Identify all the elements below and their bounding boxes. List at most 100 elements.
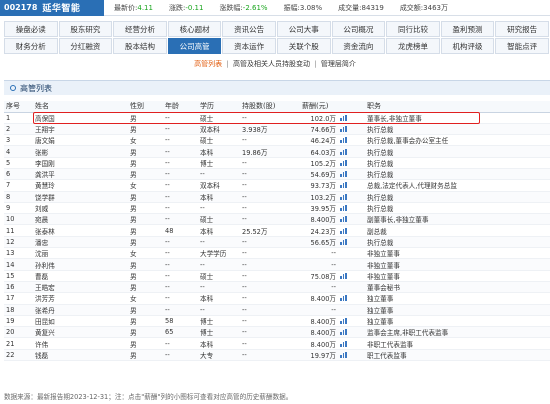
- nav-tab-3[interactable]: 核心题材: [167, 21, 222, 37]
- subtab-exec-list[interactable]: 高管列表: [194, 60, 222, 68]
- bar-chart-icon[interactable]: [340, 159, 347, 166]
- table-row[interactable]: 10 宛晨男 -- 硕士 -- 8.400万 副董事长,非独立董事: [4, 213, 550, 226]
- shares-cell: --: [240, 157, 300, 169]
- index-cell: 8: [4, 191, 33, 203]
- nav-tab-9[interactable]: 研究报告: [495, 21, 549, 37]
- nav-tab-1[interactable]: 分红融资: [58, 38, 113, 54]
- nav-tab-4[interactable]: 资讯公告: [222, 21, 276, 37]
- nav-tab-5[interactable]: 关联个股: [276, 38, 331, 54]
- nav-tab-4[interactable]: 资本运作: [222, 38, 276, 54]
- education-cell: 本科: [198, 337, 240, 350]
- amplitude-label: 振幅:: [283, 3, 300, 12]
- education-cell: 本科: [198, 191, 240, 203]
- nav-tab-8[interactable]: 盈利预测: [440, 21, 495, 37]
- nav-tab-2[interactable]: 股本结构: [113, 38, 167, 54]
- table-row[interactable]: 2 王翔宇男 -- 双本科 3.938万 74.66万 执行总裁: [4, 123, 550, 136]
- position-cell: 执行总裁: [365, 236, 550, 249]
- position-cell: 独立董事: [365, 304, 550, 316]
- bar-chart-icon[interactable]: [340, 238, 347, 245]
- nav-tab-0[interactable]: 财务分析: [4, 38, 58, 54]
- shares-cell: --: [240, 281, 300, 294]
- table-row[interactable]: 14 孙利伟男 -- -- -- -- 非独立董事: [4, 258, 550, 271]
- table-row[interactable]: 13 沈丽女 -- 大学学历 -- -- 非独立董事: [4, 247, 550, 260]
- quote-bar: 最新价: 4.11 涨跌: -0.11 涨跌幅: -2.61% 振幅: 3.08…: [104, 3, 448, 13]
- nav-tab-2[interactable]: 经营分析: [113, 21, 167, 37]
- table-row[interactable]: 15 曹磊男 -- 硕士 -- 75.08万 非独立董事: [4, 270, 550, 282]
- nav-tab-7[interactable]: 同行比较: [386, 21, 440, 37]
- table-row[interactable]: 4 张彬男 -- 本科 19.86万 64.03万 执行总裁: [4, 145, 550, 158]
- index-cell: 9: [4, 202, 33, 215]
- nav-tab-7[interactable]: 龙虎榜单: [386, 38, 440, 54]
- bar-chart-icon[interactable]: [340, 317, 347, 324]
- position-cell: 非职工代表监事: [365, 337, 550, 350]
- name-cell: 宛晨: [33, 213, 128, 226]
- bar-chart-icon[interactable]: [340, 205, 347, 212]
- index-cell: 11: [4, 224, 33, 237]
- table-row[interactable]: 6 龚洪平男 -- -- -- 54.69万 执行总裁: [4, 168, 550, 181]
- nav-tab-6[interactable]: 公司概况: [331, 21, 386, 37]
- bar-chart-icon[interactable]: [340, 148, 347, 155]
- nav-tab-1[interactable]: 股东研究: [58, 21, 113, 37]
- bar-chart-icon[interactable]: [340, 216, 347, 223]
- education-cell: 本科: [198, 292, 240, 305]
- nav-tab-3[interactable]: 公司高管: [167, 38, 222, 54]
- gender-cell: 男: [128, 157, 163, 169]
- bar-chart-icon[interactable]: [340, 125, 347, 132]
- column-header: 姓名: [33, 101, 128, 113]
- index-cell: 21: [4, 337, 33, 350]
- table-row[interactable]: 11 张泰林男 48 本科 25.52万 24.23万 副总裁: [4, 224, 550, 237]
- index-cell: 10: [4, 213, 33, 226]
- table-row[interactable]: 19 田昆如男 58 博士 -- 8.400万 独立董事: [4, 315, 550, 328]
- shares-cell: 3.938万: [240, 123, 300, 136]
- index-cell: 19: [4, 315, 33, 328]
- name-cell: 饶学群: [33, 191, 128, 203]
- change-label: 涨跌:: [168, 3, 186, 12]
- salary-cell: 56.65万: [300, 236, 365, 249]
- salary-value: --: [331, 260, 336, 269]
- gender-cell: 男: [128, 349, 163, 362]
- education-cell: --: [198, 258, 240, 271]
- index-cell: 1: [4, 112, 33, 124]
- table-row[interactable]: 16 王皓宏男 -- -- -- -- 董事会秘书: [4, 281, 550, 294]
- nav-tab-5[interactable]: 公司大事: [276, 21, 331, 37]
- bar-chart-icon[interactable]: [340, 295, 347, 302]
- table-row[interactable]: 3 唐文娟女 -- 硕士 -- 46.24万 执行总裁,董事会办公室主任: [4, 134, 550, 147]
- table-row[interactable]: 17 洪芳芳女 -- 本科 -- 8.400万 独立董事: [4, 292, 550, 305]
- table-row[interactable]: 12 潘忠男 -- -- -- 56.65万 执行总裁: [4, 236, 550, 249]
- bar-chart-icon[interactable]: [340, 182, 347, 189]
- salary-cell: --: [300, 304, 365, 316]
- age-cell: --: [163, 134, 198, 147]
- bar-chart-icon[interactable]: [340, 171, 347, 178]
- bar-chart-icon[interactable]: [340, 329, 347, 336]
- name-cell: 田昆如: [33, 315, 128, 328]
- table-row[interactable]: 21 许伟男 -- 本科 -- 8.400万 非职工代表监事: [4, 337, 550, 350]
- table-row[interactable]: 7 黄慧玲女 -- 双本科 -- 93.73万 总裁,法定代表人,代理财务总监: [4, 179, 550, 192]
- bar-chart-icon[interactable]: [340, 272, 347, 279]
- shares-cell: 19.86万: [240, 145, 300, 158]
- bar-chart-icon[interactable]: [340, 351, 347, 358]
- position-cell: 监事会主席,非职工代表监事: [365, 326, 550, 339]
- subtab-holding-changes[interactable]: 高管及相关人员持股变动: [233, 60, 310, 68]
- table-row[interactable]: 5 李国刚男 -- 博士 -- 105.2万 执行总裁: [4, 157, 550, 169]
- bar-chart-icon[interactable]: [340, 193, 347, 200]
- table-row[interactable]: 9 刘威男 -- -- -- 39.95万 执行总裁: [4, 202, 550, 215]
- bar-chart-icon[interactable]: [340, 227, 347, 234]
- nav-tab-0[interactable]: 操盘必读: [4, 21, 58, 37]
- gender-cell: 男: [128, 337, 163, 350]
- position-cell: 副总裁: [365, 224, 550, 237]
- bar-chart-icon[interactable]: [340, 340, 347, 347]
- table-row[interactable]: 20 黄复兴男 65 博士 -- 8.400万 监事会主席,非职工代表监事: [4, 326, 550, 339]
- bar-chart-icon[interactable]: [340, 137, 347, 144]
- nav-tab-9[interactable]: 智能点评: [495, 38, 549, 54]
- nav-tab-6[interactable]: 资金流向: [331, 38, 386, 54]
- table-row[interactable]: 8 饶学群男 -- 本科 -- 103.2万 执行总裁: [4, 191, 550, 203]
- table-row[interactable]: 22 钱磊男 -- 大专 -- 19.97万 职工代表监事: [4, 349, 550, 362]
- position-cell: 副董事长,非独立董事: [365, 213, 550, 226]
- table-row[interactable]: 18 张希丹男 -- -- -- -- 独立董事: [4, 304, 550, 316]
- gender-cell: 男: [128, 315, 163, 328]
- education-cell: 大学学历: [198, 247, 240, 260]
- nav-tab-8[interactable]: 机构评级: [440, 38, 495, 54]
- position-cell: 非独立董事: [365, 247, 550, 260]
- subtab-management-intro[interactable]: 管理层简介: [321, 60, 356, 68]
- salary-value: 56.65万: [310, 238, 336, 247]
